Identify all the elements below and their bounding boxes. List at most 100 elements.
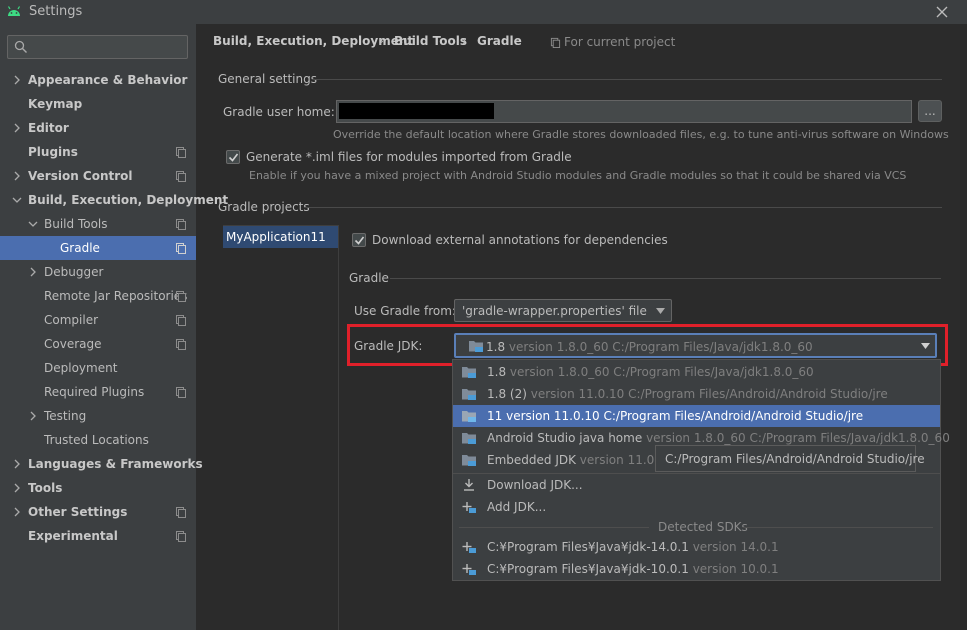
sidebar-item-tools[interactable]: Tools <box>0 476 196 500</box>
search-input[interactable] <box>7 35 188 59</box>
sidebar-item-label: Coverage <box>44 337 102 351</box>
sidebar-item-label: Plugins <box>28 145 78 159</box>
chevron-right-icon <box>30 411 36 421</box>
download-annotations-label[interactable]: Download external annotations for depend… <box>372 233 668 247</box>
use-gradle-from-label: Use Gradle from: <box>354 304 456 318</box>
sidebar-item-label: Compiler <box>44 313 99 327</box>
checkmark-icon <box>228 153 239 162</box>
sidebar-item-label: Trusted Locations <box>44 433 149 447</box>
download-jdk-action[interactable]: Download JDK... <box>453 474 940 496</box>
sidebar-item-build-execution-deployment[interactable]: Build, Execution, Deployment <box>0 188 228 212</box>
section-divider <box>390 278 941 279</box>
add-jdk-action[interactable]: Add JDK... <box>453 496 940 518</box>
sidebar-item-remote-jar-repositories[interactable]: Remote Jar Repositories <box>0 284 196 308</box>
chevron-right-icon <box>14 75 20 85</box>
sidebar-item-label: Testing <box>44 409 87 423</box>
generate-iml-hint: Enable if you have a mixed project with … <box>249 169 907 182</box>
title-bar <box>0 0 967 24</box>
breadcrumb-item: Gradle <box>477 34 522 48</box>
project-settings-icon <box>550 37 561 48</box>
gradle-section-title: Gradle <box>349 271 389 285</box>
chevron-right-icon <box>14 123 20 133</box>
chevron-right-icon <box>14 507 20 517</box>
jdk-option-1-8[interactable]: 1.8 version 1.8.0_60 C:/Program Files/Ja… <box>453 361 940 383</box>
popup-separator <box>459 527 649 528</box>
download-jdk-label: Download JDK... <box>487 478 583 492</box>
use-gradle-from-dropdown[interactable]: 'gradle-wrapper.properties' file <box>454 299 672 322</box>
sidebar-item-deployment[interactable]: Deployment <box>0 356 196 380</box>
sidebar-item-label: Other Settings <box>28 505 128 519</box>
path-tooltip: C:/Program Files/Android/Android Studio/… <box>655 445 925 472</box>
sidebar-item-other-settings[interactable]: Other Settings <box>0 500 196 524</box>
breadcrumb-item[interactable]: Build Tools <box>394 34 467 48</box>
add-jdk-label: Add JDK... <box>487 500 547 514</box>
chevron-down-icon <box>28 221 38 227</box>
gradle-projects-title: Gradle projects <box>218 200 310 214</box>
generate-iml-label[interactable]: Generate *.iml files for modules importe… <box>246 150 572 164</box>
sidebar-item-languages-frameworks[interactable]: Languages & Frameworks <box>0 452 203 476</box>
sidebar-item-editor[interactable]: Editor <box>0 116 196 140</box>
jdk-option-1-8-2[interactable]: 1.8 (2) version 11.0.10 C:/Program Files… <box>453 383 940 405</box>
browse-button[interactable]: ... <box>918 100 942 122</box>
sidebar-item-compiler[interactable]: Compiler <box>0 308 196 332</box>
download-annotations-checkbox[interactable] <box>352 233 366 247</box>
sidebar-item-testing[interactable]: Testing <box>0 404 196 428</box>
detected-sdk-jdk-10[interactable]: C:¥Program Files¥Java¥jdk-10.0.1 version… <box>453 558 940 580</box>
chevron-right-icon <box>30 267 36 277</box>
sidebar-item-keymap[interactable]: Keymap <box>0 92 196 116</box>
download-icon <box>464 479 474 491</box>
gradle-user-home-label: Gradle user home: <box>223 105 335 119</box>
project-settings-icon <box>176 147 186 158</box>
jdk-option-11[interactable]: 11 version 11.0.10 C:/Program Files/Andr… <box>453 405 940 427</box>
sidebar-item-appearance-behavior[interactable]: Appearance & Behavior <box>0 68 196 92</box>
projects-list <box>223 225 339 630</box>
jdk-option-text: 1.8 version 1.8.0_60 C:/Program Files/Ja… <box>487 365 814 379</box>
sidebar-item-label: Remote Jar Repositories <box>44 289 188 303</box>
gradle-user-home-hint: Override the default location where Grad… <box>333 128 949 141</box>
chevron-right-icon <box>14 459 20 469</box>
sidebar-item-label: Required Plugins <box>44 385 145 399</box>
sidebar-item-label: Version Control <box>28 169 133 183</box>
breadcrumb-separator: › <box>462 34 467 48</box>
folder-icon <box>462 389 476 400</box>
sidebar-item-label: Deployment <box>44 361 118 375</box>
project-item-myapplication11[interactable]: MyApplication11 <box>223 226 338 248</box>
close-icon[interactable] <box>933 3 951 21</box>
sidebar-item-coverage[interactable]: Coverage <box>0 332 196 356</box>
sidebar-item-build-tools[interactable]: Build Tools <box>0 212 196 236</box>
folder-icon <box>462 367 476 378</box>
sidebar-item-label: Build Tools <box>44 217 108 231</box>
sidebar-item-experimental[interactable]: Experimental <box>0 524 196 548</box>
sidebar-item-version-control[interactable]: Version Control <box>0 164 196 188</box>
sidebar-item-label: Languages & Frameworks <box>28 457 203 471</box>
folder-icon <box>462 455 476 466</box>
sidebar-item-label: Debugger <box>44 265 104 279</box>
popup-separator <box>743 527 933 528</box>
sidebar-item-debugger[interactable]: Debugger <box>0 260 196 284</box>
detected-sdks-title: Detected SDKs <box>658 520 748 534</box>
sidebar-item-label: Appearance & Behavior <box>28 73 188 87</box>
sidebar-item-label: Gradle <box>60 241 100 255</box>
window-title: Settings <box>29 4 83 19</box>
breadcrumb-separator: › <box>379 34 384 48</box>
folder-icon <box>462 411 476 422</box>
section-divider <box>312 79 942 80</box>
folder-icon <box>462 433 476 444</box>
sidebar-item-trusted-locations[interactable]: Trusted Locations <box>0 428 196 452</box>
sidebar-item-gradle[interactable]: Gradle <box>0 236 196 260</box>
sidebar-item-required-plugins[interactable]: Required Plugins <box>0 380 196 404</box>
general-settings-title: General settings <box>218 72 317 86</box>
generate-iml-checkbox[interactable] <box>226 150 240 164</box>
android-icon <box>7 6 21 16</box>
jdk-option-text: Android Studio java home version 1.8.0_6… <box>487 431 950 445</box>
project-settings-icon <box>176 507 186 518</box>
checkmark-icon <box>354 236 365 245</box>
jdk-option-text: 11 version 11.0.10 C:/Program Files/Andr… <box>487 409 864 423</box>
detected-sdk-jdk-14[interactable]: C:¥Program Files¥Java¥jdk-14.0.1 version… <box>453 536 940 558</box>
sidebar-item-label: Build, Execution, Deployment <box>28 193 229 207</box>
detected-sdk-text: C:¥Program Files¥Java¥jdk-14.0.1 version… <box>487 540 779 554</box>
sidebar-item-label: Keymap <box>28 97 83 111</box>
jdk-option-text: 1.8 (2) version 11.0.10 C:/Program Files… <box>487 387 888 401</box>
project-settings-icon <box>176 339 186 350</box>
sidebar-item-plugins[interactable]: Plugins <box>0 140 196 164</box>
